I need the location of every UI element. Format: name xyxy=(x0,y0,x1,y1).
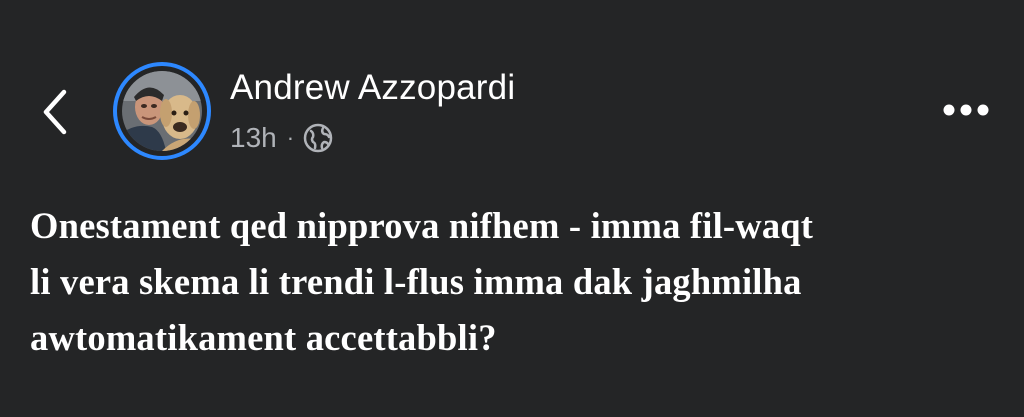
chevron-left-icon xyxy=(36,84,76,140)
avatar xyxy=(122,71,202,151)
timestamp[interactable]: 13h xyxy=(230,122,277,154)
post-text-line: awtomatikament accettabbli? xyxy=(30,317,497,358)
meta-separator: · xyxy=(286,125,295,150)
more-options-button[interactable] xyxy=(940,96,992,124)
post-header: Andrew Azzopardi 13h · xyxy=(0,0,1024,170)
back-button[interactable] xyxy=(36,84,76,140)
post-body-text: Onestament qed nipprova nifhem - imma fi… xyxy=(30,198,1000,366)
post-meta: 13h · xyxy=(230,118,334,158)
author-name[interactable]: Andrew Azzopardi xyxy=(230,68,515,108)
more-horizontal-icon xyxy=(940,96,992,124)
author-avatar-button[interactable] xyxy=(113,62,211,160)
post-text-line: li vera skema li trendi l-flus imma dak … xyxy=(30,261,802,302)
globe-icon[interactable] xyxy=(302,122,334,154)
post-text-line: Onestament qed nipprova nifhem - imma fi… xyxy=(30,205,814,246)
